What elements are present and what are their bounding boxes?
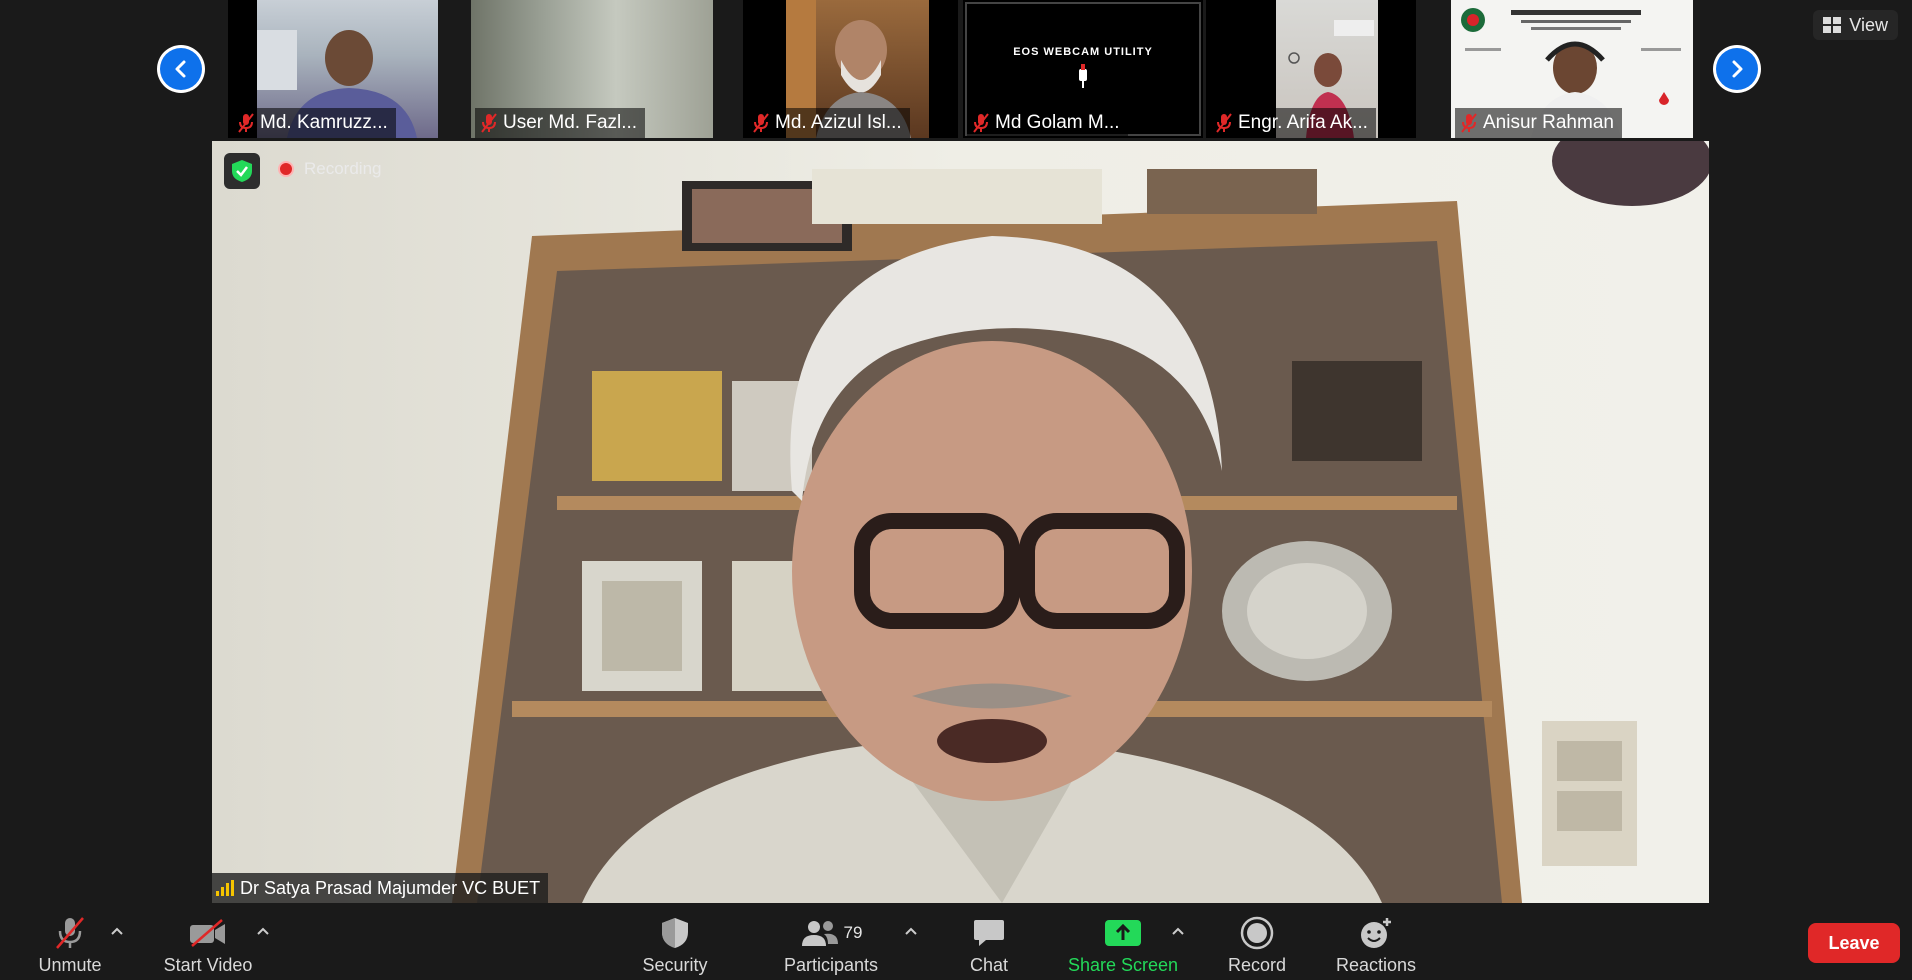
participant-tile-2[interactable]: User Md. Fazl...: [471, 0, 713, 138]
speaker-name: Dr Satya Prasad Majumder VC BUET: [240, 877, 541, 898]
caret-up-icon[interactable]: [903, 923, 919, 939]
reactions-label: Reactions: [1335, 955, 1417, 975]
record-label: Record: [1227, 955, 1287, 975]
chevron-right-icon: [1732, 60, 1743, 78]
security-shield-icon: [662, 918, 688, 948]
leave-button[interactable]: Leave: [1808, 923, 1900, 963]
shield-check-icon: [232, 160, 252, 182]
caret-up-icon[interactable]: [109, 923, 125, 939]
muted-mic-icon: [238, 113, 254, 133]
encryption-badge[interactable]: [224, 153, 260, 189]
chat-button[interactable]: Chat: [960, 905, 1018, 980]
participant-name: Md Golam M...: [995, 112, 1120, 133]
security-button[interactable]: Security: [634, 905, 716, 980]
reactions-button[interactable]: Reactions: [1334, 905, 1418, 980]
strip-prev-button[interactable]: [157, 45, 205, 93]
strip-next-button[interactable]: [1713, 45, 1761, 93]
participant-name: User Md. Fazl...: [503, 112, 638, 133]
participant-name-tag: User Md. Fazl...: [475, 108, 646, 138]
video-off-icon: [190, 919, 225, 947]
participant-tile-1[interactable]: Md. Kamruzz...: [228, 0, 438, 138]
view-button[interactable]: View: [1813, 10, 1898, 40]
participant-name: Anisur Rahman: [1483, 112, 1614, 133]
reactions-icon: [1361, 918, 1391, 948]
grid-icon: [1823, 17, 1842, 33]
record-icon: [1240, 916, 1274, 950]
caret-up-icon[interactable]: [1170, 923, 1186, 939]
share-screen-label: Share Screen: [1067, 955, 1179, 975]
unmute-button[interactable]: Unmute: [30, 905, 110, 980]
share-screen-button[interactable]: Share Screen: [1064, 905, 1182, 980]
participant-tile-5[interactable]: Engr. Arifa Ak...: [1206, 0, 1416, 138]
chat-label: Chat: [969, 955, 1009, 975]
caret-up-icon[interactable]: [255, 923, 271, 939]
participant-name: Md. Kamruzz...: [260, 112, 388, 133]
participant-tile-6[interactable]: Anisur Rahman: [1451, 0, 1693, 138]
participant-name-tag: Md Golam M...: [967, 108, 1128, 138]
main-speaker-video: Recording Dr Satya Prasad Majumder VC BU…: [212, 141, 1709, 903]
start-video-button[interactable]: Start Video: [158, 905, 258, 980]
muted-mic-icon: [1216, 113, 1232, 133]
view-label: View: [1849, 14, 1888, 35]
unmute-label: Unmute: [38, 955, 102, 975]
share-screen-icon: [1105, 920, 1141, 946]
participant-name-tag: Engr. Arifa Ak...: [1210, 108, 1376, 138]
record-dot-icon: [278, 161, 294, 177]
muted-mic-icon: [753, 113, 769, 133]
speaker-name-tag: Dr Satya Prasad Majumder VC BUET: [212, 873, 549, 903]
participant-name-tag: Anisur Rahman: [1455, 108, 1622, 138]
muted-mic-icon: [56, 917, 84, 949]
participants-count: 79: [843, 923, 863, 942]
muted-mic-icon: [1461, 113, 1477, 133]
chat-icon: [974, 920, 1004, 946]
recording-indicator[interactable]: Recording: [278, 159, 382, 179]
speaker-video-feed: [212, 141, 1709, 903]
meeting-toolbar: Unmute Start Video Security 79 Participa…: [0, 905, 1912, 980]
record-button[interactable]: Record: [1224, 905, 1290, 980]
security-label: Security: [642, 955, 708, 975]
participant-tile-4[interactable]: EOS WEBCAM UTILITY Md Golam M...: [963, 0, 1203, 138]
webcam-utility-text: EOS WEBCAM UTILITY: [1013, 46, 1153, 58]
signal-icon: [216, 880, 234, 896]
muted-mic-icon: [481, 113, 497, 133]
participant-name: Engr. Arifa Ak...: [1238, 112, 1368, 133]
participant-name: Md. Azizul Isl...: [775, 112, 902, 133]
participant-name-tag: Md. Kamruzz...: [232, 108, 396, 138]
recording-label: Recording: [304, 159, 382, 178]
participant-tile-3[interactable]: Md. Azizul Isl...: [743, 0, 958, 138]
participants-icon: [801, 921, 838, 946]
start-video-label: Start Video: [163, 955, 253, 975]
chevron-left-icon: [175, 60, 186, 78]
participant-name-tag: Md. Azizul Isl...: [747, 108, 910, 138]
muted-mic-icon: [973, 113, 989, 133]
participants-button[interactable]: 79 Participants: [778, 905, 884, 980]
participants-label: Participants: [783, 955, 879, 975]
